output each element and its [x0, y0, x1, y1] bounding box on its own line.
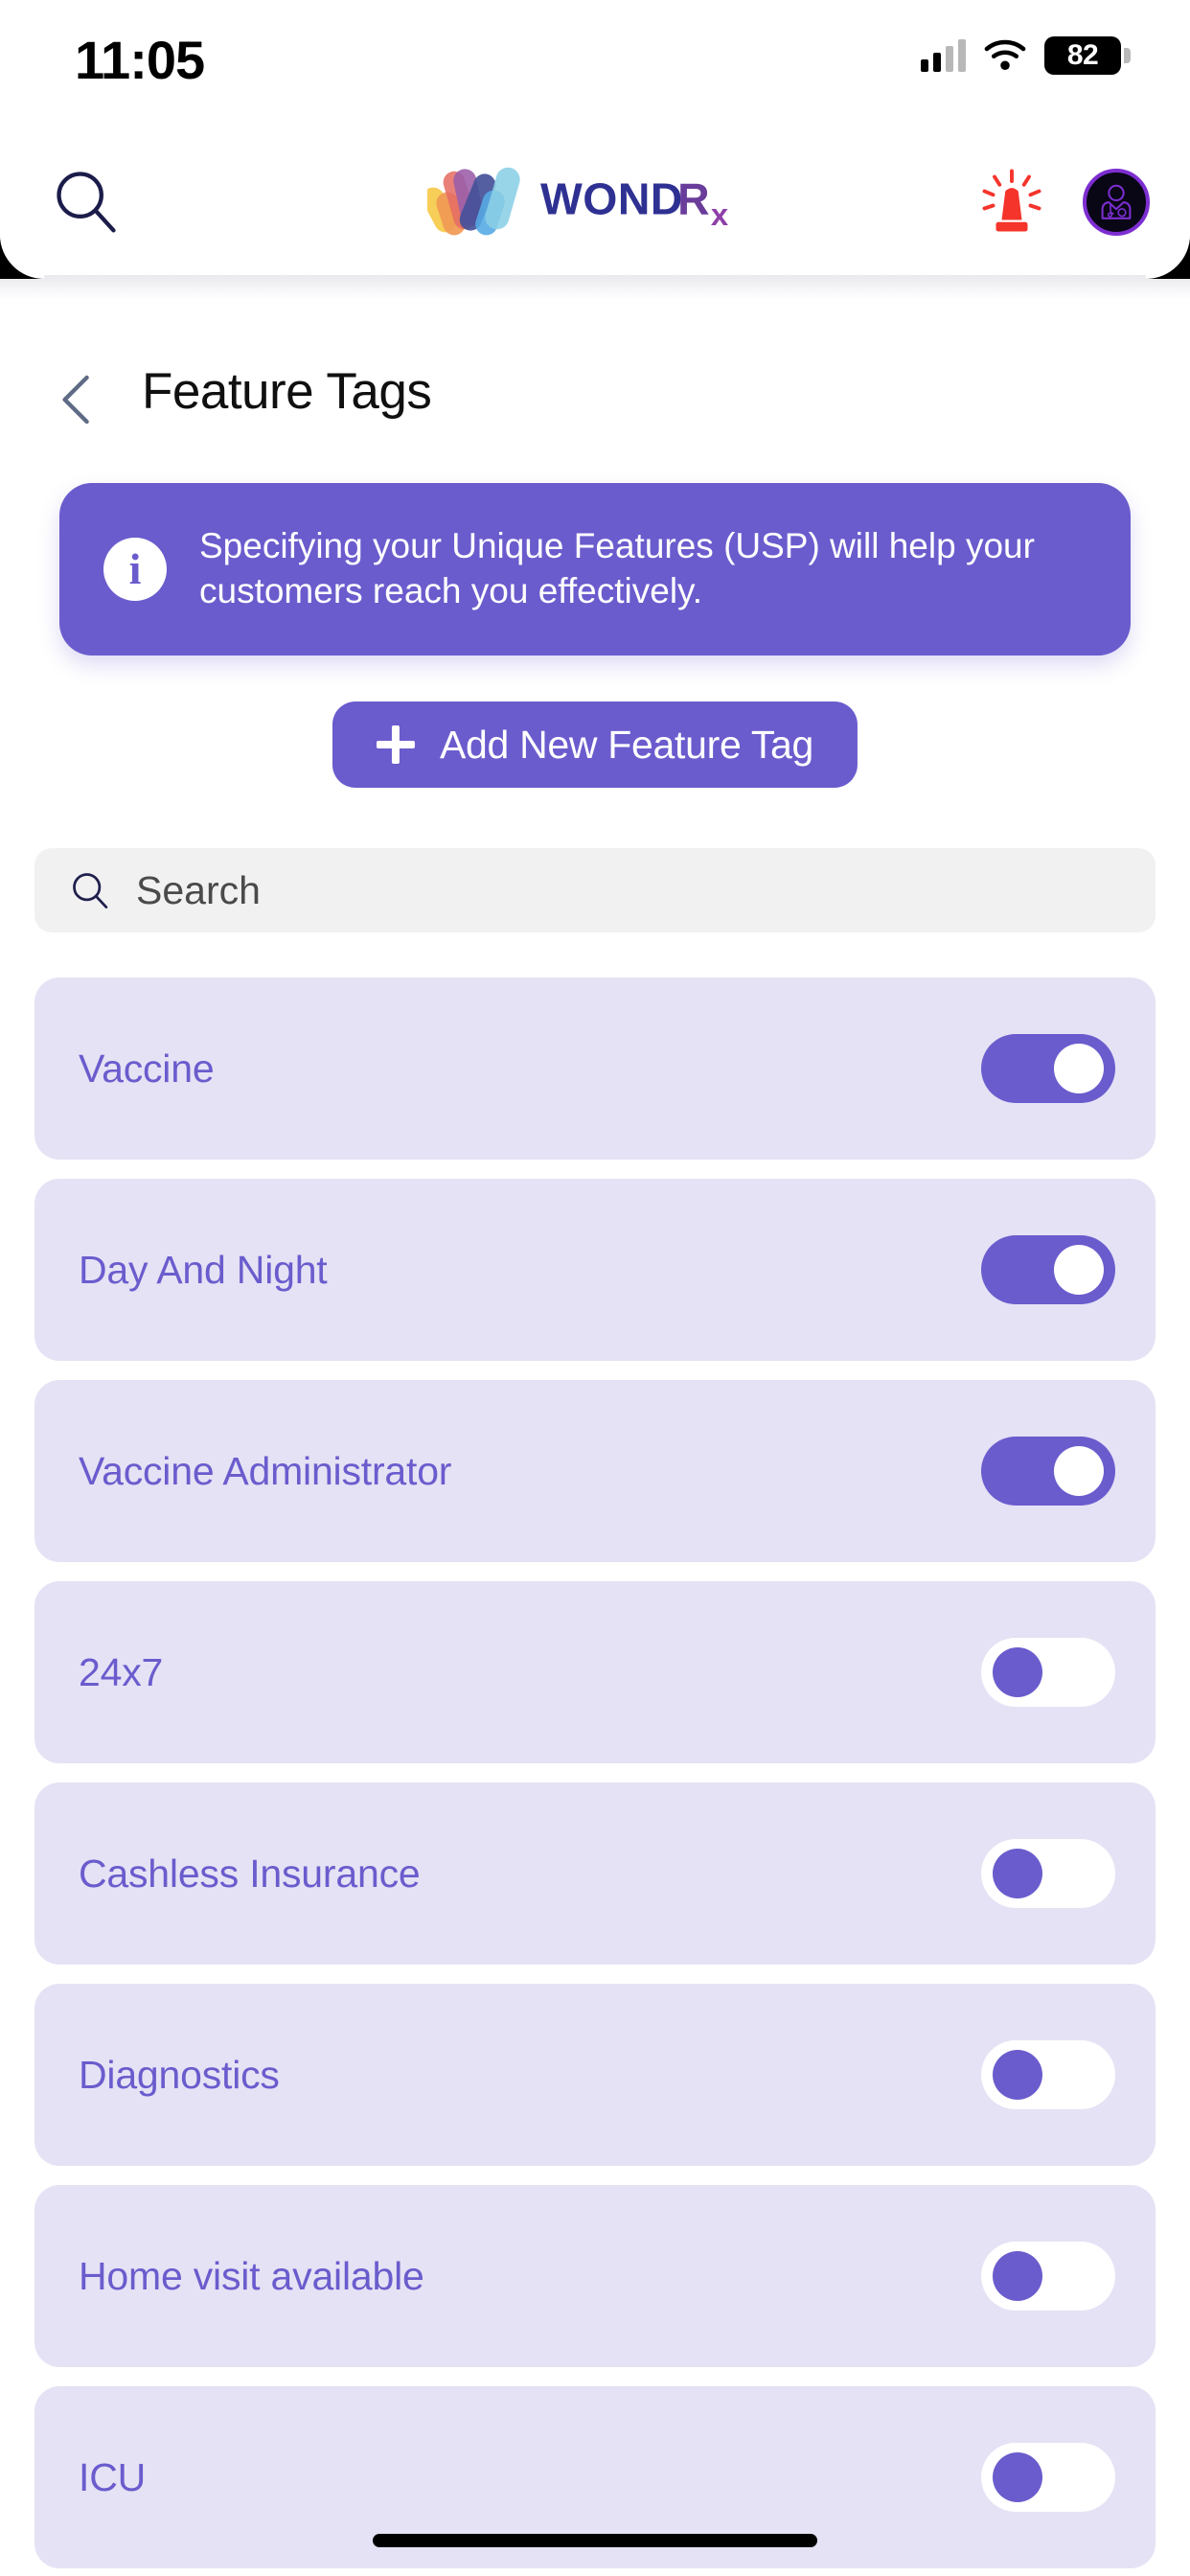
feature-tag-label: Cashless Insurance	[79, 1851, 421, 1896]
emergency-siren-icon[interactable]	[977, 167, 1046, 236]
feature-tag-toggle[interactable]	[981, 1235, 1115, 1304]
add-new-feature-tag-button[interactable]: Add New Feature Tag	[332, 702, 858, 788]
add-button-label: Add New Feature Tag	[439, 722, 814, 767]
status-time: 11:05	[75, 30, 205, 90]
toggle-knob	[993, 2050, 1042, 2100]
feature-tag-toggle[interactable]	[981, 2040, 1115, 2109]
feature-tag-row[interactable]: Diagnostics	[34, 1984, 1156, 2166]
back-button[interactable]	[56, 372, 100, 427]
feature-tag-label: Vaccine Administrator	[79, 1448, 452, 1493]
doctor-glyph	[1101, 184, 1132, 219]
cellular-signal-icon	[921, 39, 966, 72]
toggle-knob	[993, 1849, 1042, 1898]
feature-tag-toggle[interactable]	[981, 2443, 1115, 2512]
feature-tag-toggle[interactable]	[981, 1638, 1115, 1707]
toggle-knob	[1054, 1245, 1104, 1295]
feature-tag-row[interactable]: Home visit available	[34, 2185, 1156, 2367]
header-search-icon[interactable]	[50, 165, 123, 238]
wondrx-logo-icon	[427, 167, 520, 236]
page-body: Feature Tags i Specifying your Unique Fe…	[0, 275, 1190, 2576]
info-icon-glyph: i	[128, 544, 142, 593]
feature-tag-row[interactable]: Day And Night	[34, 1179, 1156, 1361]
page-title: Feature Tags	[142, 363, 432, 420]
svg-text:WOND: WOND	[540, 174, 683, 224]
feature-tag-row[interactable]: 24x7	[34, 1581, 1156, 1763]
feature-tag-label: Day And Night	[79, 1247, 328, 1292]
info-icon: i	[103, 538, 167, 601]
brand-logo: WOND R x	[427, 167, 763, 236]
toggle-knob	[1054, 1044, 1104, 1093]
status-indicators: 82	[921, 36, 1131, 75]
wifi-icon	[984, 39, 1026, 71]
feature-tag-toggle[interactable]	[981, 2242, 1115, 2311]
feature-tag-label: 24x7	[79, 1649, 164, 1694]
feature-tag-label: ICU	[79, 2454, 147, 2499]
feature-tag-toggle[interactable]	[981, 1839, 1115, 1908]
page-header: Feature Tags	[0, 356, 1190, 443]
feature-tag-row[interactable]: Cashless Insurance	[34, 1782, 1156, 1965]
toggle-knob	[993, 1647, 1042, 1697]
toggle-knob	[993, 2251, 1042, 2301]
doctor-avatar-icon[interactable]	[1083, 169, 1150, 236]
toggle-knob	[1054, 1446, 1104, 1496]
svg-text:x: x	[711, 196, 729, 229]
home-indicator	[373, 2534, 817, 2547]
info-banner: i Specifying your Unique Features (USP) …	[59, 483, 1131, 656]
phone-screen: Feature Tags i Specifying your Unique Fe…	[0, 0, 1190, 2576]
feature-tag-row[interactable]: Vaccine	[34, 978, 1156, 1160]
search-input[interactable]: Search	[34, 848, 1156, 932]
status-bar: 11:05 82	[0, 0, 1190, 144]
plus-icon	[376, 725, 415, 764]
feature-tag-label: Home visit available	[79, 2253, 424, 2298]
feature-tag-toggle[interactable]	[981, 1034, 1115, 1103]
battery-percent: 82	[1066, 39, 1099, 71]
feature-tag-label: Vaccine	[79, 1046, 215, 1091]
brand-wordmark: WOND R x	[540, 174, 729, 229]
toggle-knob	[993, 2452, 1042, 2502]
search-placeholder: Search	[136, 867, 261, 912]
header-shadow	[0, 275, 1190, 300]
svg-text:R: R	[677, 174, 710, 224]
app-header-content: WOND R x	[0, 144, 1190, 275]
battery-icon: 82	[1044, 36, 1131, 75]
info-banner-text: Specifying your Unique Features (USP) wi…	[199, 526, 1035, 610]
feature-tag-row[interactable]: Vaccine Administrator	[34, 1380, 1156, 1562]
feature-tag-label: Diagnostics	[79, 2052, 280, 2097]
feature-tag-toggle[interactable]	[981, 1437, 1115, 1506]
feature-tag-list: Vaccine Day And Night Vaccine Administrato…	[0, 978, 1190, 2576]
search-icon	[73, 873, 108, 908]
